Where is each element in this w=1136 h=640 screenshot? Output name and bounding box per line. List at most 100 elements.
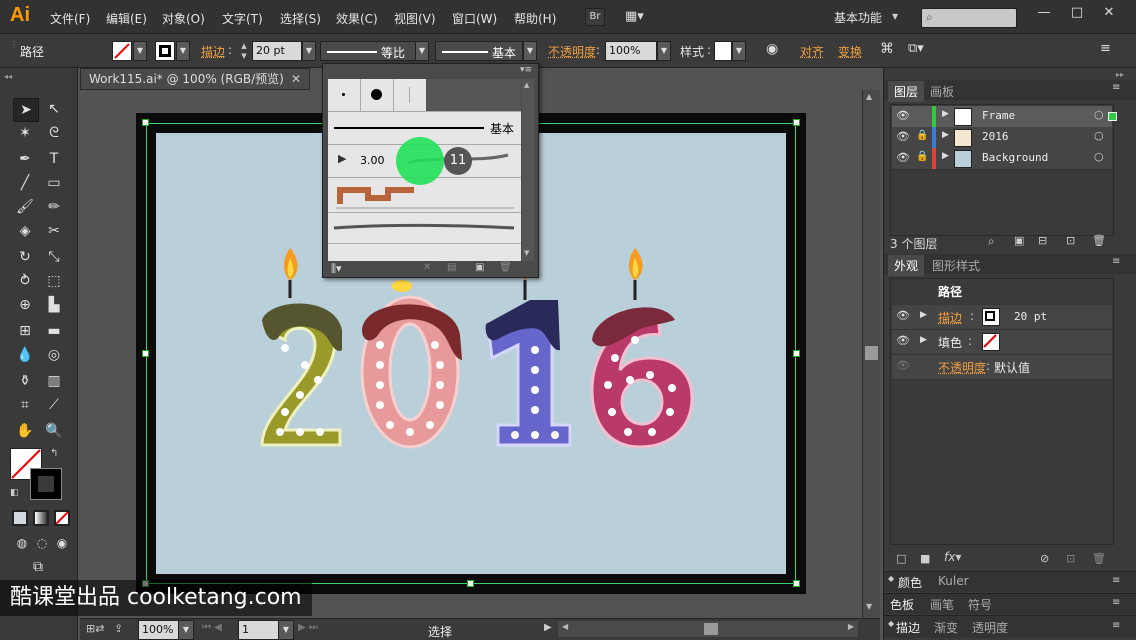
delete-layer-icon[interactable]: 🗑 xyxy=(1092,234,1106,247)
lock-icon[interactable]: 🔒 xyxy=(916,151,928,162)
align-link[interactable]: 对齐 xyxy=(800,43,824,60)
eyedropper-tool-icon[interactable]: 💧 xyxy=(13,344,37,366)
selection-handle[interactable] xyxy=(793,350,800,357)
selection-indicator[interactable] xyxy=(1108,112,1117,121)
artboard-number-field[interactable]: 1 xyxy=(238,620,283,640)
visibility-eye-icon[interactable]: 👁 xyxy=(896,309,910,322)
new-layer-icon[interactable]: ⊡ xyxy=(1066,234,1075,247)
perspective-grid-tool-icon[interactable]: ▙ xyxy=(42,294,66,316)
stroke-stepper[interactable]: ▲ ▼ xyxy=(237,41,251,61)
layer-name[interactable]: 2016 xyxy=(982,130,1009,143)
magic-wand-tool-icon[interactable]: ✶ xyxy=(13,122,37,144)
delete-brush-icon[interactable]: 🗑 xyxy=(499,262,512,273)
clipping-mask-icon[interactable]: ▣ xyxy=(1014,234,1024,247)
collapse-dock-icon[interactable]: ▸▸ xyxy=(1116,70,1124,79)
bridge-button[interactable]: Br xyxy=(585,8,605,26)
brush-dropdown[interactable]: ▼ xyxy=(523,41,537,61)
tab-brushes[interactable]: 画笔 xyxy=(930,596,954,613)
line-tool-icon[interactable]: ╱ xyxy=(13,172,37,194)
options-icon[interactable]: ▤ xyxy=(447,262,456,273)
next-artboard-icon[interactable]: ▶ ⏭ xyxy=(298,622,318,633)
tab-symbols[interactable]: 符号 xyxy=(968,596,992,613)
menu-select[interactable]: 选择(S) xyxy=(280,10,321,27)
scissors-tool-icon[interactable]: ✂ xyxy=(42,220,66,242)
add-stroke-icon[interactable]: □ xyxy=(896,552,906,565)
expand-arrow-icon[interactable]: ▶ xyxy=(942,151,949,161)
default-colors-icon[interactable]: ◧ xyxy=(10,488,19,498)
tab-gradient[interactable]: 渐变 xyxy=(934,619,958,636)
mesh-tool-icon[interactable]: ⊞ xyxy=(13,320,37,342)
selection-handle[interactable] xyxy=(467,580,474,587)
brush-row-calligraphic[interactable] xyxy=(328,79,521,112)
color-mode-icon[interactable] xyxy=(12,510,28,526)
layers-panel-menu-icon[interactable]: ≡ xyxy=(1112,82,1120,93)
graph-tool-icon[interactable]: ▥ xyxy=(42,370,66,392)
isolate-icon[interactable]: ⌘ xyxy=(880,41,894,57)
stroke-label[interactable]: 描边 xyxy=(201,43,225,60)
status-icon[interactable]: ⊞⇄ xyxy=(86,622,104,635)
graphic-style-swatch[interactable] xyxy=(714,41,732,61)
slice-tool-icon[interactable]: ⟋ xyxy=(42,394,66,416)
gradient-mode-icon[interactable] xyxy=(33,510,49,526)
tab-color[interactable]: 颜色 xyxy=(898,574,922,591)
draw-inside-icon[interactable]: ◉ xyxy=(50,532,74,554)
visibility-eye-icon[interactable]: 👁 xyxy=(896,130,910,143)
paintbrush-tool-icon[interactable]: 🖌 xyxy=(13,196,37,218)
screen-mode-icon[interactable]: ⧉ xyxy=(26,556,50,578)
target-icon[interactable]: ○ xyxy=(1094,108,1104,121)
popup-menu-icon[interactable]: ▾≡ xyxy=(520,65,532,75)
menu-type[interactable]: 文字(T) xyxy=(222,10,263,27)
menu-view[interactable]: 视图(V) xyxy=(394,10,436,27)
arrange-documents-icon[interactable]: ▦▾ xyxy=(625,8,653,26)
selection-handle[interactable] xyxy=(793,580,800,587)
artboard-tool-icon[interactable]: ⌗ xyxy=(13,394,37,416)
selection-handle[interactable] xyxy=(142,119,149,126)
new-brush-icon[interactable]: ▣ xyxy=(475,262,484,273)
opacity-label[interactable]: 不透明度 xyxy=(548,43,596,60)
transform-link[interactable]: 变换 xyxy=(838,43,862,60)
delete-item-icon[interactable]: 🗑 xyxy=(1092,552,1106,565)
status-menu-icon[interactable]: ▶ xyxy=(544,622,552,633)
clear-appearance-icon[interactable]: ⊘ xyxy=(1040,552,1049,565)
stroke-swatch[interactable] xyxy=(155,41,175,61)
symbol-sprayer-tool-icon[interactable]: ⚱ xyxy=(13,370,37,392)
panel-menu-icon[interactable]: ≡ xyxy=(1100,41,1111,56)
add-effect-icon[interactable]: fx▾ xyxy=(944,550,961,564)
tab-graphic-styles[interactable]: 图形样式 xyxy=(926,255,986,276)
artboard-dropdown[interactable]: ▼ xyxy=(278,620,294,640)
layer-row-background[interactable]: 👁 🔒 ▶ Background ○ xyxy=(892,148,1112,170)
recolor-icon[interactable]: ◉ xyxy=(766,41,778,57)
visibility-eye-icon[interactable]: 👁 xyxy=(896,109,910,122)
add-fill-icon[interactable]: ■ xyxy=(920,552,930,565)
swap-colors-icon[interactable]: ↰ xyxy=(50,448,58,459)
expand-arrow-icon[interactable]: ▶ xyxy=(920,335,927,345)
selection-handle[interactable] xyxy=(793,119,800,126)
swatches-panel-menu-icon[interactable]: ≡ xyxy=(1112,597,1120,608)
maximize-button[interactable]: □ xyxy=(1066,4,1088,22)
tab-swatches[interactable]: 色板 xyxy=(890,596,914,613)
warp-tool-icon[interactable]: ⥁ xyxy=(13,270,37,292)
close-button[interactable]: ✕ xyxy=(1098,4,1120,22)
duplicate-item-icon[interactable]: ⊡ xyxy=(1066,552,1075,565)
hand-tool-icon[interactable]: ✋ xyxy=(13,420,37,442)
direct-selection-tool-icon[interactable]: ↖ xyxy=(42,98,66,120)
new-sublayer-icon[interactable]: ⊟ xyxy=(1038,234,1047,247)
target-icon[interactable]: ○ xyxy=(1094,150,1104,163)
profile-dropdown[interactable]: ▼ xyxy=(415,41,429,61)
lasso-tool-icon[interactable]: ᘓ xyxy=(42,122,66,144)
blend-tool-icon[interactable]: ◎ xyxy=(42,344,66,366)
gradient-tool-icon[interactable]: ▬ xyxy=(42,320,66,342)
menu-help[interactable]: 帮助(H) xyxy=(514,10,556,27)
layer-row-2016[interactable]: 👁 🔒 ▶ 2016 ○ xyxy=(892,127,1112,149)
vertical-scrollbar[interactable]: ▲ ▼ xyxy=(862,90,880,618)
menu-object[interactable]: 对象(O) xyxy=(162,10,205,27)
stroke-color-box[interactable] xyxy=(30,468,62,500)
document-tab[interactable]: Work115.ai* @ 100% (RGB/预览) ✕ xyxy=(80,68,310,90)
appearance-opacity-label[interactable]: 不透明度 xyxy=(938,359,986,376)
menu-window[interactable]: 窗口(W) xyxy=(452,10,497,27)
tab-kuler[interactable]: Kuler xyxy=(938,574,969,588)
brush-row-art[interactable] xyxy=(328,213,521,244)
variable-width-profile[interactable]: 等比 xyxy=(320,41,416,61)
layer-row-frame[interactable]: 👁 ▶ Frame ○ xyxy=(892,106,1112,128)
zoom-tool-icon[interactable]: 🔍 xyxy=(42,420,66,442)
